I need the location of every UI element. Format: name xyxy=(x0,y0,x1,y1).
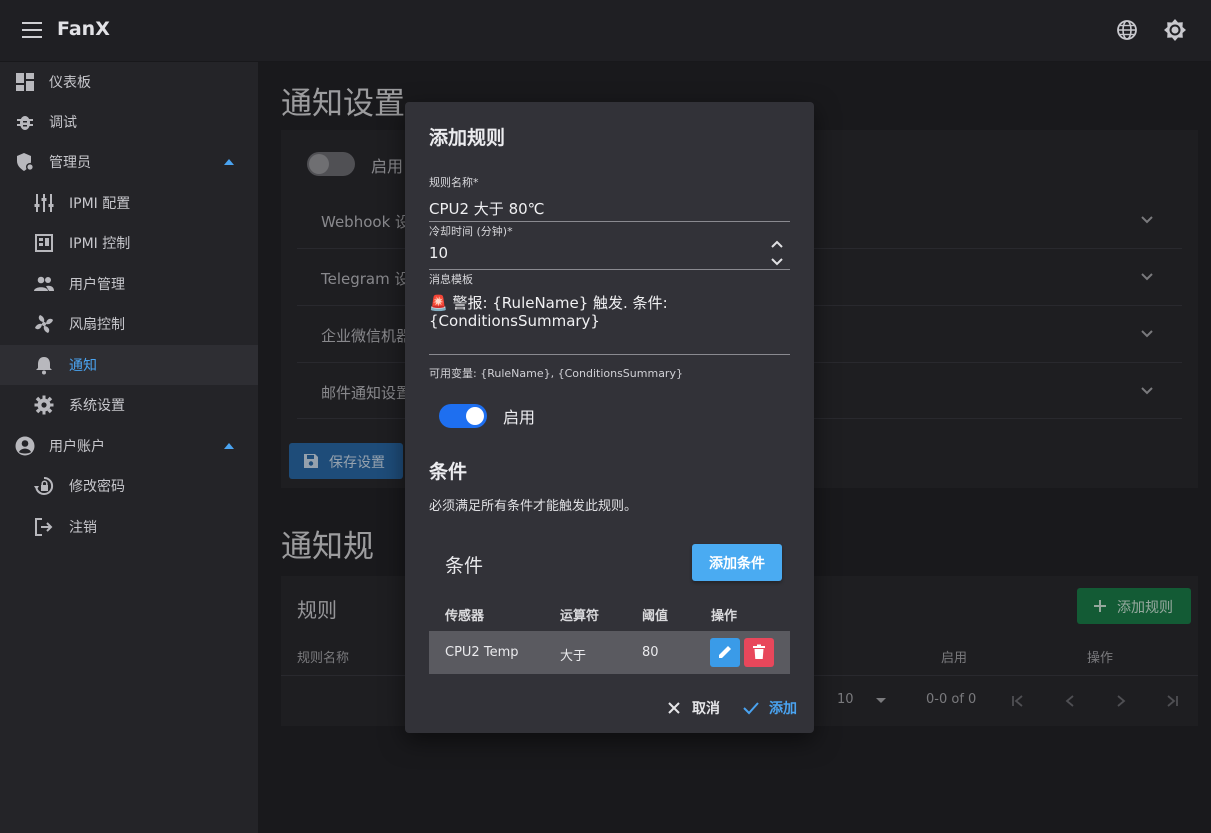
sidebar-item-label: 注销 xyxy=(69,520,97,536)
input-underline xyxy=(429,269,790,270)
rule-enable-toggle[interactable] xyxy=(439,404,487,428)
sidebar: 仪表板 调试 管理员 IPMI 配置 IPMI 控制 用户管理 风扇控制 通知 … xyxy=(0,62,258,833)
delete-condition-button[interactable] xyxy=(744,638,774,667)
sidebar-item-label: IPMI 控制 xyxy=(69,236,131,252)
sidebar-item-user-management[interactable]: 用户管理 xyxy=(0,264,258,304)
menu-icon[interactable] xyxy=(22,22,42,38)
bell-icon xyxy=(36,357,52,375)
collapse-caret-icon[interactable] xyxy=(224,443,234,449)
theme-brightness-icon[interactable] xyxy=(1163,18,1187,42)
dashboard-icon xyxy=(16,73,34,91)
rule-enable-label: 启用 xyxy=(503,408,536,427)
variables-hint: 可用变量: {RuleName}, {ConditionsSummary} xyxy=(429,367,683,380)
sidebar-item-label: 修改密码 xyxy=(69,479,125,495)
app-brand: FanX xyxy=(57,18,110,40)
conditions-card: 条件 添加条件 传感器 运算符 阈值 操作 CPU2 Temp 大于 80 xyxy=(429,527,790,675)
sidebar-item-debug[interactable]: 调试 xyxy=(0,102,258,142)
fan-icon xyxy=(35,315,53,333)
dialog-title: 添加规则 xyxy=(429,127,506,149)
gear-icon xyxy=(34,395,54,415)
cancel-label: 取消 xyxy=(692,701,720,717)
conditions-header-threshold: 阈值 xyxy=(642,609,669,624)
condition-sensor: CPU2 Temp xyxy=(445,645,519,660)
logout-icon xyxy=(35,518,53,536)
sidebar-item-label: 调试 xyxy=(49,115,77,131)
sliders-icon xyxy=(34,194,54,212)
users-icon xyxy=(34,276,54,291)
bug-icon xyxy=(17,116,33,130)
cancel-button[interactable]: 取消 xyxy=(667,698,720,718)
sidebar-item-label: 风扇控制 xyxy=(69,317,125,333)
sidebar-item-ipmi-control[interactable]: IPMI 控制 xyxy=(0,223,258,263)
sidebar-item-user-account[interactable]: 用户账户 xyxy=(0,426,258,466)
input-underline xyxy=(429,221,790,222)
account-icon xyxy=(15,436,35,456)
sidebar-item-change-password[interactable]: 修改密码 xyxy=(0,466,258,506)
conditions-card-title: 条件 xyxy=(445,555,484,577)
conditions-header-operator: 运算符 xyxy=(560,609,600,624)
sidebar-item-label: 用户账户 xyxy=(49,439,105,455)
sidebar-item-label: 系统设置 xyxy=(69,398,125,414)
sidebar-item-label: 管理员 xyxy=(49,155,91,171)
input-underline xyxy=(429,354,790,355)
sidebar-item-ipmi-config[interactable]: IPMI 配置 xyxy=(0,183,258,223)
add-submit-button[interactable]: 添加 xyxy=(743,698,797,718)
conditions-description: 必须满足所有条件才能触发此规则。 xyxy=(429,499,638,514)
conditions-header-sensor: 传感器 xyxy=(445,609,485,624)
add-submit-label: 添加 xyxy=(769,701,797,717)
condition-threshold: 80 xyxy=(642,645,659,660)
sidebar-item-fan-control[interactable]: 风扇控制 xyxy=(0,304,258,344)
collapse-caret-icon[interactable] xyxy=(224,159,234,165)
number-stepper-icon[interactable] xyxy=(769,239,785,267)
sidebar-item-logout[interactable]: 注销 xyxy=(0,507,258,547)
control-icon xyxy=(35,234,53,252)
cooldown-input[interactable]: 10 xyxy=(429,244,448,262)
sidebar-item-admin[interactable]: 管理员 xyxy=(0,142,258,182)
conditions-header-actions: 操作 xyxy=(711,609,738,624)
pencil-icon xyxy=(719,646,731,658)
template-line-1[interactable]: 🚨 警报: {RuleName} 触发. 条件: xyxy=(429,292,668,313)
sidebar-item-label: 通知 xyxy=(69,358,97,374)
condition-operator: 大于 xyxy=(560,649,587,664)
sidebar-item-label: 用户管理 xyxy=(69,277,125,293)
template-line-2[interactable]: {ConditionsSummary} xyxy=(429,312,600,330)
sidebar-item-label: 仪表板 xyxy=(49,75,91,91)
trash-icon xyxy=(753,644,765,659)
close-icon xyxy=(668,702,680,714)
add-condition-button[interactable]: 添加条件 xyxy=(692,544,782,581)
sidebar-item-label: IPMI 配置 xyxy=(69,196,131,212)
sidebar-item-system-settings[interactable]: 系统设置 xyxy=(0,385,258,425)
rule-name-input[interactable]: CPU2 大于 80℃ xyxy=(429,198,545,219)
table-row: CPU2 Temp 大于 80 xyxy=(429,631,790,674)
sidebar-item-notifications[interactable]: 通知 xyxy=(0,345,258,385)
add-rule-dialog: 添加规则 规则名称* CPU2 大于 80℃ 冷却时间 (分钟)* 10 消息模… xyxy=(405,102,814,733)
top-app-bar: FanX xyxy=(0,0,1211,62)
admin-shield-icon xyxy=(17,153,34,171)
rule-name-label: 规则名称* xyxy=(429,176,479,189)
language-globe-icon[interactable] xyxy=(1115,18,1139,42)
check-icon xyxy=(743,702,759,715)
edit-condition-button[interactable] xyxy=(710,638,740,667)
conditions-section-title: 条件 xyxy=(429,461,468,483)
cooldown-label: 冷却时间 (分钟)* xyxy=(429,225,513,238)
template-label: 消息模板 xyxy=(429,273,473,286)
sidebar-item-dashboard[interactable]: 仪表板 xyxy=(0,62,258,102)
lock-reset-icon xyxy=(34,476,54,495)
